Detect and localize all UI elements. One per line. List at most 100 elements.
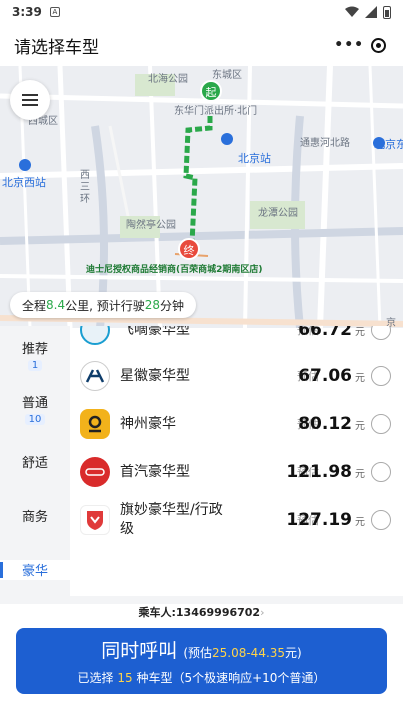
page-header: 请选择车型 ••• bbox=[0, 24, 403, 66]
category-luxury[interactable]: 豪华 bbox=[0, 560, 70, 580]
category-recommended[interactable]: 推荐 1 bbox=[0, 338, 70, 372]
menu-icon-bar bbox=[22, 104, 38, 106]
map-label-beihai: 北海公园 bbox=[148, 74, 188, 85]
category-count-badge: 1 bbox=[27, 360, 43, 371]
route-minutes: 28 bbox=[144, 298, 161, 312]
status-icons bbox=[345, 5, 391, 19]
car-name: 星徽豪华型 bbox=[120, 367, 190, 384]
map-label-beijing-station: 北京站 bbox=[238, 152, 271, 165]
route-info-pill: 全程 8.4 公里, 预计行驶 28 分钟 bbox=[10, 292, 197, 318]
price-unit: 元 bbox=[355, 421, 365, 432]
map-label-dongcheng: 东城区 bbox=[212, 70, 242, 81]
category-label: 普通 bbox=[21, 396, 48, 411]
route-info-mid: 公里, 预计行驶 bbox=[65, 298, 145, 313]
category-label: 商务 bbox=[21, 510, 48, 525]
destination-poi-label: 迪士尼授权商品经销商(百荣商城2期南区店) bbox=[86, 265, 263, 275]
call-button-title: 同时呼叫 bbox=[101, 640, 178, 662]
station-pin-icon bbox=[221, 133, 233, 145]
category-standard[interactable]: 普通 10 bbox=[0, 392, 70, 426]
qimiao-logo-icon bbox=[80, 505, 110, 535]
notification-icon: A bbox=[49, 7, 60, 17]
passenger-label: 乘车人:13469996702 bbox=[138, 606, 261, 619]
mini-program-capsule: ••• bbox=[331, 32, 389, 58]
status-bar: 3:39 A bbox=[0, 0, 403, 24]
price-unit: 元 bbox=[355, 517, 365, 528]
wifi-icon bbox=[345, 6, 359, 17]
feidi-logo-icon bbox=[80, 326, 110, 345]
category-business[interactable]: 商务 bbox=[0, 506, 70, 525]
select-radio[interactable] bbox=[371, 326, 391, 340]
car-price: 67.06 元 bbox=[298, 366, 365, 386]
route-map[interactable]: 北海公园 东城区 西城区 东华门派出所·北门 通惠河北路 北京站 北京西站 西三… bbox=[0, 66, 403, 328]
category-count-badge: 10 bbox=[24, 414, 46, 425]
estimate-prefix: (预估 bbox=[183, 646, 212, 660]
category-label: 舒适 bbox=[21, 456, 48, 471]
map-label-beijing-west: 北京西站 bbox=[2, 176, 46, 189]
map-label-taoranting: 陶然亭公园 bbox=[126, 220, 176, 231]
menu-icon-bar bbox=[22, 99, 38, 101]
price-unit: 元 bbox=[355, 373, 365, 384]
xinghui-mark-icon bbox=[85, 369, 105, 383]
call-button-subtitle: 已选择 15 种车型（5个极速响应+10个普通） bbox=[16, 669, 387, 686]
select-radio[interactable] bbox=[371, 414, 391, 434]
car-option-row[interactable]: 星徽豪华型 预估 67.06 元 bbox=[70, 350, 403, 402]
divider bbox=[0, 596, 403, 604]
more-icon[interactable]: ••• bbox=[334, 37, 364, 53]
station-pin-icon bbox=[19, 159, 31, 171]
estimate-suffix: 元) bbox=[285, 646, 302, 660]
car-name-line: 旗妙豪华型/行政 bbox=[120, 502, 223, 518]
selected-suffix: 种车型（5个极速响应+10个普通） bbox=[132, 671, 326, 685]
car-name: 旗妙豪华型/行政 级 bbox=[120, 501, 223, 539]
route-info-prefix: 全程 bbox=[22, 298, 47, 313]
map-menu-button[interactable] bbox=[10, 80, 50, 120]
route-distance: 8.4 bbox=[46, 298, 66, 312]
car-option-row[interactable]: 旗妙豪华型/行政 级 预估 127.19 元 bbox=[70, 494, 403, 546]
close-target-icon[interactable] bbox=[370, 37, 386, 53]
shenzhou-logo-icon bbox=[80, 409, 110, 439]
call-all-button[interactable]: 同时呼叫 (预估25.08-44.35元) 已选择 15 种车型（5个极速响应+… bbox=[16, 628, 387, 694]
route-info-suffix: 分钟 bbox=[160, 298, 185, 313]
price-unit: 元 bbox=[355, 469, 365, 480]
select-radio[interactable] bbox=[371, 462, 391, 482]
car-price: 127.19 元 bbox=[286, 510, 365, 530]
xinghui-logo-icon bbox=[80, 361, 110, 391]
select-radio[interactable] bbox=[371, 510, 391, 530]
selected-count: 15 bbox=[117, 671, 133, 685]
shenzhou-mark-icon bbox=[88, 415, 102, 433]
price-value: 66.72 bbox=[298, 326, 352, 340]
select-radio[interactable] bbox=[371, 366, 391, 386]
estimate-range: 25.08-44.35 bbox=[212, 646, 286, 660]
car-option-row[interactable]: 首汽豪华型 预估 121.98 元 bbox=[70, 446, 403, 498]
passenger-selector[interactable]: 乘车人:13469996702› bbox=[0, 604, 403, 624]
car-name: 首汽豪华型 bbox=[120, 463, 190, 480]
car-type-list: 飞嘀豪华型 预估 66.72 元 星徽豪华型 预估 67.06 元 神州豪华 预估 … bbox=[70, 326, 403, 596]
map-label-dongzhimen: 东华门派出所·北门 bbox=[174, 106, 258, 117]
map-label-tonghui: 通惠河北路 bbox=[300, 138, 350, 149]
category-label: 豪华 bbox=[22, 564, 49, 579]
end-marker: 终 bbox=[178, 238, 200, 260]
status-time: 3:39 bbox=[12, 5, 42, 19]
shouqi-logo-icon bbox=[80, 457, 110, 487]
map-label-xisanhuan: 西三环 bbox=[80, 170, 90, 205]
selected-prefix: 已选择 bbox=[77, 671, 118, 685]
price-value: 121.98 bbox=[286, 462, 352, 482]
price-value: 80.12 bbox=[298, 414, 352, 434]
chevron-right-icon: › bbox=[260, 606, 265, 619]
map-label-longtan: 龙潭公园 bbox=[258, 208, 298, 219]
station-pin-icon bbox=[373, 137, 385, 149]
battery-icon bbox=[383, 5, 391, 19]
call-estimate: (预估25.08-44.35元) bbox=[183, 646, 301, 660]
car-price: 80.12 元 bbox=[298, 414, 365, 434]
call-button-main: 同时呼叫 (预估25.08-44.35元) bbox=[16, 636, 387, 663]
category-label: 推荐 bbox=[21, 342, 48, 357]
start-marker: 起 bbox=[200, 80, 222, 102]
car-option-row[interactable]: 神州豪华 预估 80.12 元 bbox=[70, 398, 403, 450]
qimiao-shield-icon bbox=[87, 511, 103, 530]
price-value: 67.06 bbox=[298, 366, 352, 386]
category-sidebar: 推荐 1 普通 10 舒适 商务 豪华 bbox=[0, 326, 70, 596]
car-name-line: 级 bbox=[120, 521, 134, 537]
car-price: 121.98 元 bbox=[286, 462, 365, 482]
category-comfort[interactable]: 舒适 bbox=[0, 452, 70, 471]
page-title: 请选择车型 bbox=[14, 37, 99, 58]
price-unit: 元 bbox=[355, 327, 365, 338]
